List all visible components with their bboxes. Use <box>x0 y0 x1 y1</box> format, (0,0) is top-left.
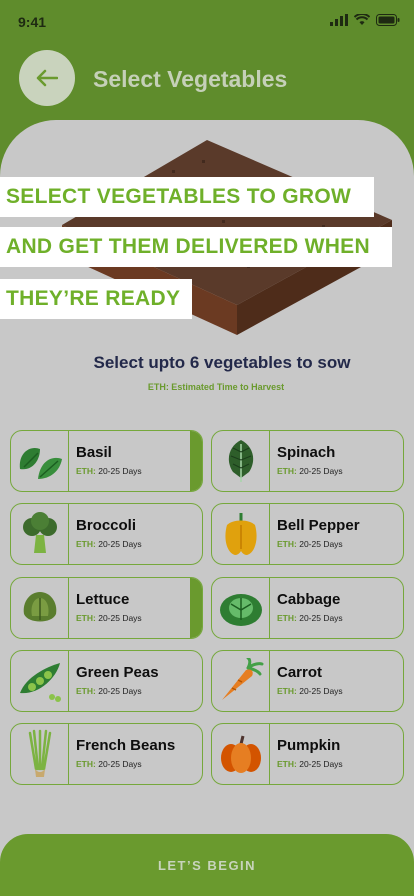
vegetable-card-cabbage[interactable]: Cabbage ETH: 20-25 Days <box>211 577 404 639</box>
vegetable-name: French Beans <box>76 737 176 754</box>
vegetable-name: Bell Pepper <box>277 517 360 534</box>
vegetable-name: Lettuce <box>76 591 130 608</box>
arrow-left-icon <box>36 69 58 87</box>
back-button[interactable] <box>19 50 75 106</box>
vegetable-eth: ETH: 20-25 Days <box>76 466 142 476</box>
vegetable-card-broccoli[interactable]: Broccoli ETH: 20-25 Days <box>10 503 203 565</box>
vegetable-eth: ETH: 20-25 Days <box>277 539 343 549</box>
vegetable-card-basil[interactable]: Basil ETH: 20-25 Days <box>10 430 203 492</box>
bell-pepper-icon <box>224 513 257 555</box>
green-peas-icon <box>19 663 61 702</box>
banner-line-1: SELECT VEGETABLES TO GROW <box>0 177 374 217</box>
vegetable-eth: ETH: 20-25 Days <box>277 686 343 696</box>
broccoli-icon <box>22 512 57 553</box>
french-beans-icon <box>28 729 51 777</box>
vegetable-eth: ETH: 20-25 Days <box>277 759 343 769</box>
vegetable-eth: ETH: 20-25 Days <box>277 466 343 476</box>
wifi-icon <box>354 14 370 25</box>
vegetable-name: Green Peas <box>76 664 159 681</box>
status-time: 9:41 <box>18 14 47 30</box>
cabbage-icon <box>219 594 262 626</box>
vegetable-eth: ETH: 20-25 Days <box>277 613 343 623</box>
vegetable-eth: ETH: 20-25 Days <box>76 759 142 769</box>
vegetable-card-carrot[interactable]: Carrot ETH: 20-25 Days <box>211 650 404 712</box>
carrot-icon <box>221 658 263 700</box>
vegetable-card-bell-pepper[interactable]: Bell Pepper ETH: 20-25 Days <box>211 503 404 565</box>
vegetable-card-spinach[interactable]: Spinach ETH: 20-25 Days <box>211 430 404 492</box>
basil-icon <box>19 447 62 479</box>
eth-note: ETH: Estimated Time to Harvest <box>147 382 285 392</box>
vegetable-eth: ETH: 20-25 Days <box>76 613 142 623</box>
spinach-icon <box>228 440 253 482</box>
signal-icon <box>330 14 348 26</box>
vegetable-name: Basil <box>76 444 112 461</box>
vegetable-eth: ETH: 20-25 Days <box>76 539 142 549</box>
vegetable-card-pumpkin[interactable]: Pumpkin ETH: 20-25 Days <box>211 723 404 785</box>
banner-line-2: AND GET THEM DELIVERED WHEN <box>0 227 392 267</box>
header: Select Vegetables <box>0 44 414 124</box>
selected-indicator <box>190 431 202 491</box>
vegetable-eth: ETH: 20-25 Days <box>76 686 142 696</box>
status-bar: 9:41 <box>0 0 414 44</box>
vegetable-card-lettuce[interactable]: Lettuce ETH: 20-25 Days <box>10 577 203 639</box>
lets-begin-button[interactable]: LET’S BEGIN <box>0 834 414 896</box>
vegetable-name: Cabbage <box>277 591 341 608</box>
status-icons <box>330 14 400 26</box>
battery-icon <box>376 14 400 26</box>
page-title: Select Vegetables <box>93 66 288 92</box>
selected-indicator <box>190 578 202 638</box>
vegetable-card-french-beans[interactable]: French Beans ETH: 20-25 Days <box>10 723 203 785</box>
vegetable-name: Carrot <box>277 664 323 681</box>
vegetable-card-green-peas[interactable]: Green Peas ETH: 20-25 Days <box>10 650 203 712</box>
vegetable-name: Broccoli <box>76 517 137 534</box>
pumpkin-icon <box>220 735 261 773</box>
vegetable-name: Spinach <box>277 444 336 461</box>
lettuce-icon <box>23 592 56 622</box>
banner-line-3: THEY’RE READY <box>0 279 192 319</box>
section-heading: Select upto 6 vegetables to sow <box>93 353 351 372</box>
vegetable-name: Pumpkin <box>277 737 341 754</box>
